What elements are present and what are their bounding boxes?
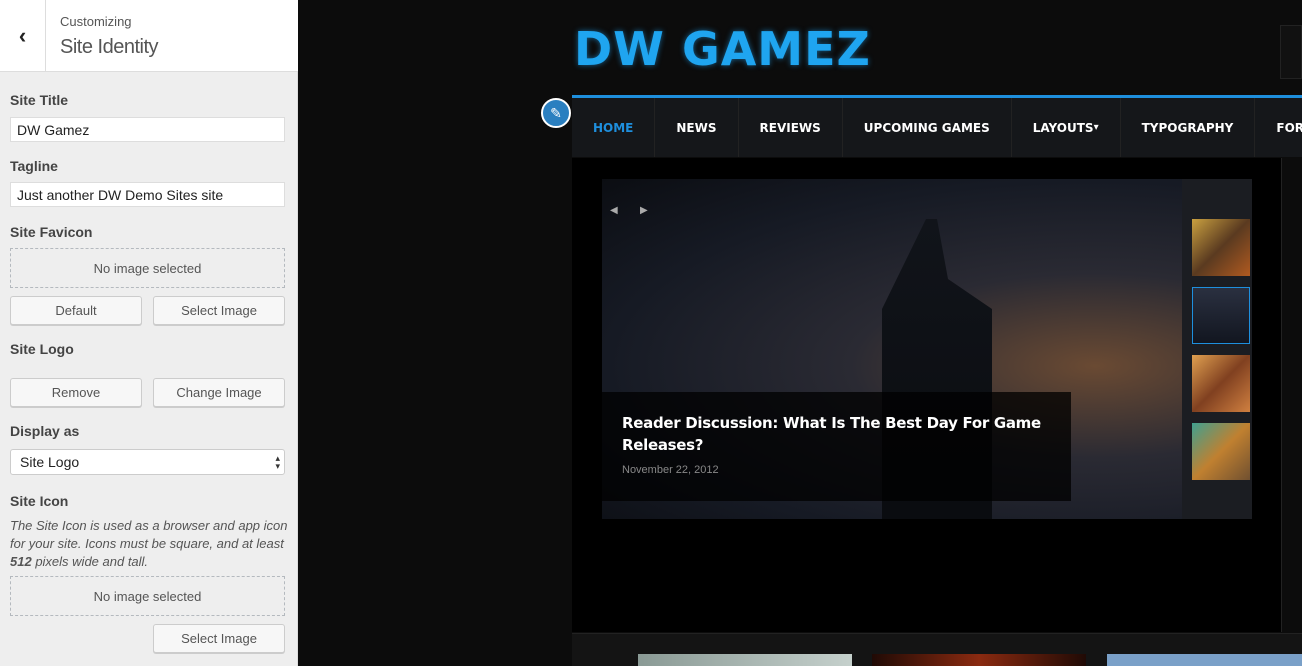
thumbnail-2-active[interactable] <box>1192 287 1250 344</box>
site-title-label: Site Title <box>10 92 69 108</box>
site-icon-select-image-button[interactable]: Select Image <box>153 624 285 653</box>
desc-text: pixels wide and tall. <box>31 554 149 569</box>
nav-label: UPCOMING GAMES <box>863 120 990 135</box>
desc-bold: 512 <box>10 554 32 569</box>
page-title: Site Identity <box>60 36 159 58</box>
thumbnail-1[interactable] <box>1192 219 1250 276</box>
slider-next-icon[interactable]: ▶ <box>640 205 648 216</box>
site-favicon-label: Site Favicon <box>10 224 93 240</box>
nav-label: NEWS <box>676 120 717 135</box>
display-as-value: Site Logo <box>20 454 80 470</box>
customizer-header: ‹ Customizing Site Identity <box>0 0 298 72</box>
nav-item-layouts[interactable]: LAYOUTS ▾ <box>1012 98 1121 157</box>
site-icon-placeholder[interactable]: No image selected <box>10 576 285 616</box>
nav-item-typography[interactable]: TYPOGRAPHY <box>1121 98 1256 157</box>
slide-date: November 22, 2012 <box>622 464 719 476</box>
nav-label: TYPOGRAPHY <box>1141 120 1234 135</box>
site-icon-description: The Site Icon is used as a browser and a… <box>10 517 290 571</box>
tagline-label: Tagline <box>10 158 58 174</box>
nav-label: REVIEWS <box>759 120 821 135</box>
chevron-left-icon: ‹ <box>18 23 27 48</box>
display-as-select[interactable]: Site Logo ▴ ▾ <box>10 449 285 475</box>
featured-image-3[interactable] <box>1107 654 1302 666</box>
nav-label: LAYOUTS <box>1032 120 1094 135</box>
customizer-sidebar: ‹ Customizing Site Identity Site Title D… <box>0 0 298 666</box>
caret-down-icon: ▾ <box>1093 122 1099 133</box>
nav-item-news[interactable]: NEWS <box>655 98 739 157</box>
nav-item-upcoming-games[interactable]: UPCOMING GAMES <box>843 98 1012 157</box>
desc-text: The Site Icon is used as a browser and a… <box>10 518 288 551</box>
logo-remove-button[interactable]: Remove <box>10 378 142 407</box>
display-as-label: Display as <box>10 423 80 439</box>
nav-item-home[interactable]: HOME <box>572 98 656 157</box>
header-subtitle: Customizing <box>60 14 132 29</box>
header-widget <box>1280 25 1302 79</box>
site-icon-label: Site Icon <box>10 493 69 509</box>
favicon-placeholder[interactable]: No image selected <box>10 248 285 288</box>
select-arrows-icon: ▴ ▾ <box>275 453 280 471</box>
slider-prev-icon[interactable]: ◀ <box>610 205 618 216</box>
slide-title[interactable]: Reader Discussion: What Is The Best Day … <box>622 412 1051 456</box>
main-nav: HOME NEWS REVIEWS UPCOMING GAMES LAYOUTS ▾ TY… <box>572 95 1302 157</box>
favicon-default-button[interactable]: Default <box>10 296 142 325</box>
back-button[interactable]: ‹ <box>0 0 46 72</box>
nav-item-reviews[interactable]: REVIEWS <box>739 98 843 157</box>
site-logo-label: Site Logo <box>10 341 74 357</box>
logo-change-image-button[interactable]: Change Image <box>153 378 285 407</box>
slider-image[interactable]: ◀ ▶ Reader Discussion: What Is The Best … <box>602 179 1182 519</box>
thumbnail-4[interactable] <box>1192 423 1250 480</box>
site-logo[interactable]: DW GAMEZ <box>574 22 871 76</box>
nav-label: FORUM <box>1276 120 1302 135</box>
edit-shortcut-pencil-icon[interactable]: ✎ <box>541 98 571 128</box>
featured-image-1[interactable] <box>638 654 852 666</box>
nav-item-forum[interactable]: FORUM ▾ <box>1255 98 1302 157</box>
nav-label: HOME <box>593 120 634 135</box>
tagline-input[interactable]: Just another DW Demo Sites site <box>10 182 285 207</box>
site-title-input[interactable]: DW Gamez <box>10 117 285 142</box>
featured-image-2[interactable] <box>872 654 1086 666</box>
slide-caption: Reader Discussion: What Is The Best Day … <box>602 392 1071 501</box>
thumbnail-3[interactable] <box>1192 355 1250 412</box>
favicon-select-image-button[interactable]: Select Image <box>153 296 285 325</box>
